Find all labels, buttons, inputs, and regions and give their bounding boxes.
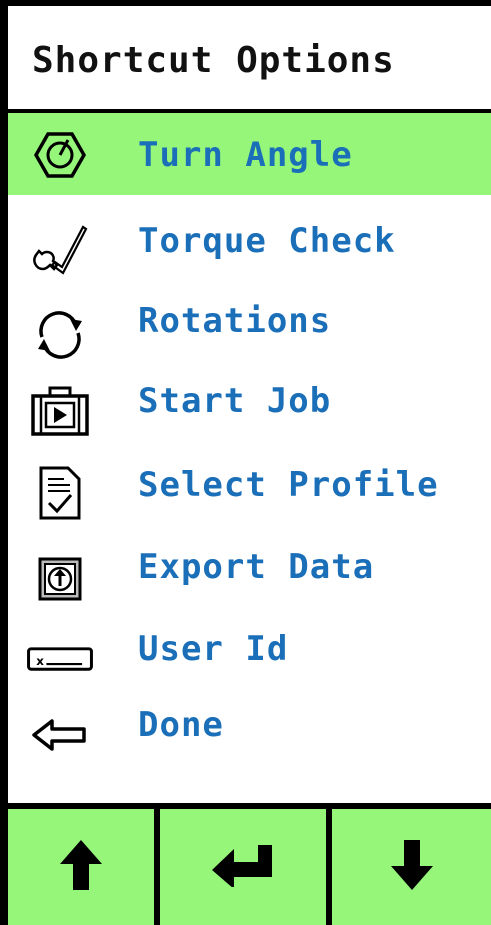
page-title: Shortcut Options: [32, 40, 395, 81]
menu-item-rotations[interactable]: Rotations: [8, 285, 491, 367]
svg-text:x: x: [36, 654, 44, 668]
menu-item-export-data[interactable]: Export Data: [8, 531, 491, 613]
menu-item-user-id[interactable]: x User Id: [8, 613, 491, 695]
menu-item-label: Turn Angle: [138, 135, 353, 175]
enter-icon: [210, 843, 276, 891]
arrow-down-icon: [389, 836, 435, 898]
document-check-icon: [26, 463, 94, 523]
back-arrow-icon: [26, 705, 94, 765]
up-button[interactable]: [8, 809, 154, 925]
menu-item-label: Export Data: [138, 547, 375, 587]
menu-item-label: Rotations: [138, 301, 332, 341]
menu-item-label: Start Job: [138, 381, 332, 421]
briefcase-play-icon: [26, 381, 94, 441]
header: Shortcut Options: [8, 6, 491, 113]
menu-item-label: Torque Check: [138, 221, 396, 261]
menu-item-done[interactable]: Done: [8, 693, 491, 775]
rotate-arrows-icon: [26, 305, 94, 365]
arrow-up-icon: [58, 836, 104, 898]
menu-item-turn-angle[interactable]: Turn Angle: [8, 113, 491, 195]
id-field-icon: x: [26, 629, 94, 689]
menu-item-label: Select Profile: [138, 465, 439, 505]
hex-nut-angle-icon: [26, 125, 94, 185]
export-data-icon: [26, 549, 94, 609]
enter-button[interactable]: [160, 809, 326, 925]
menu-item-torque-check[interactable]: Torque Check: [8, 203, 491, 285]
wrench-check-icon: [26, 219, 94, 279]
down-button[interactable]: [332, 809, 491, 925]
menu-item-start-job[interactable]: Start Job: [8, 367, 491, 449]
footer-nav: [8, 803, 491, 925]
menu-item-label: User Id: [138, 629, 289, 669]
menu-item-label: Done: [138, 705, 224, 745]
menu-item-select-profile[interactable]: Select Profile: [8, 449, 491, 531]
